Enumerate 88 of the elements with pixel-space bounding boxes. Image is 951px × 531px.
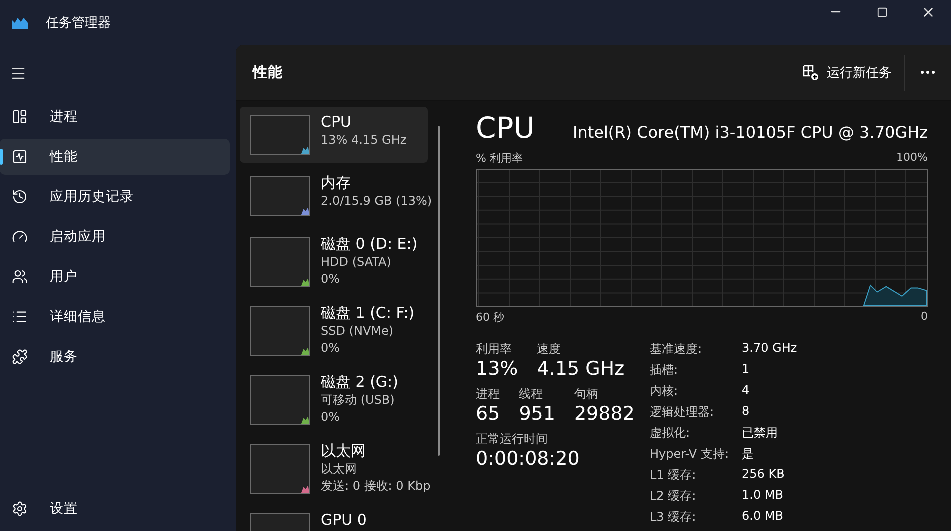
property-value: 1.0 MB [742,488,784,504]
stat-label: 句柄 [574,386,600,403]
axis-label: 60 秒 [476,310,504,325]
processes-icon [12,109,28,125]
stat-label: 线程 [519,386,544,403]
stat-value: 951 [519,403,556,425]
mini-graph [250,375,310,425]
nav-item[interactable]: 用户 [0,259,230,295]
device-info: SSD (NVMe) [321,323,395,340]
stat-label: 利用率 [476,341,513,358]
device-name: 磁盘 2 (G:) [321,373,398,392]
device-item[interactable]: 磁盘 0 (D: E:) HDD (SATA) 0% [240,229,428,293]
stat-label: 正常运行时间 [476,431,549,448]
device-info: 可移动 (USB) [321,392,396,409]
property-value: 6.0 MB [742,509,784,525]
property-value: 256 KB [742,467,786,483]
stat-label: 进程 [476,386,500,403]
history-icon [12,189,28,205]
property-value: 8 [742,404,751,420]
device-name: 内存 [321,174,352,193]
device-info: 0% [321,271,342,288]
nav-item[interactable]: 详细信息 [0,299,230,335]
app-logo-icon [12,16,28,28]
property-label: 基准速度: [650,341,704,358]
window-title: 任务管理器 [46,14,111,32]
property-value: 4 [742,383,751,399]
settings-nav-item[interactable]: 设置 [0,491,230,527]
device-item[interactable]: 磁盘 1 (C: F:) SSD (NVMe) 0% [240,298,428,362]
device-name: GPU 0 [321,511,367,530]
settings-icon [12,501,28,517]
mini-graph [250,176,310,216]
device-info: 2.0/15.9 GB (13%) [321,193,432,210]
device-info: 13% 4.15 GHz [321,132,407,149]
nav-item[interactable]: 启动应用 [0,219,230,255]
property-value: 3.70 GHz [742,341,798,357]
device-name: 磁盘 1 (C: F:) [321,304,415,323]
device-name: CPU [321,113,352,132]
stat-value: 13% [476,358,518,380]
axis-label: 0 [921,310,928,325]
property-label: L2 缓存: [650,488,698,505]
nav-item[interactable]: 性能 [0,139,230,175]
property-label: L3 缓存: [650,509,698,526]
nav-item[interactable]: 进程 [0,99,230,135]
nav-item[interactable]: 服务 [0,339,230,375]
performance-icon [12,149,28,165]
property-label: 插槽: [650,362,680,379]
device-item[interactable]: CPU 13% 4.15 GHz [240,107,428,163]
run-new-task-button[interactable]: 运行新任务 [791,54,905,90]
gauge-icon [12,229,28,245]
device-info: 发送: 0 接收: 0 Kbp [321,478,431,495]
property-label: L1 缓存: [650,467,698,484]
scrollbar[interactable] [438,126,440,456]
device-info: 0% [321,340,342,357]
stat-value: 0:00:08:20 [476,448,580,470]
device-item[interactable]: GPU 0 [240,505,428,531]
property-label: Hyper-V 支持: [650,446,730,463]
property-label: 内核: [650,383,680,400]
mini-graph [250,306,310,356]
property-value: 1 [742,362,751,378]
stat-value: 4.15 GHz [537,358,625,380]
property-label: 逻辑处理器: [650,404,716,421]
users-icon [12,269,28,285]
stat-value: 65 [476,403,500,425]
page-title: 性能 [253,64,283,82]
maximize-icon [876,6,888,18]
puzzle-icon [12,349,28,365]
stat-label: 速度 [537,341,562,358]
mini-graph [250,115,310,155]
more-icon [921,71,935,74]
axis-label: % 利用率 [476,151,523,166]
device-name: 磁盘 0 (D: E:) [321,235,418,254]
device-item[interactable]: 以太网 以太网 发送: 0 接收: 0 Kbp [240,436,428,500]
property-value: 已禁用 [742,425,779,442]
nav-item[interactable]: 应用历史记录 [0,179,230,215]
device-title: CPU [476,111,535,145]
device-item[interactable]: 磁盘 2 (G:) 可移动 (USB) 0% [240,367,428,431]
device-info: HDD (SATA) [321,254,392,271]
mini-graph [250,237,310,287]
device-info: 0% [321,409,342,426]
device-name: 以太网 [321,442,367,461]
mini-graph [250,444,310,494]
cpu-model: Intel(R) Core(TM) i3-10105F CPU @ 3.70GHz [572,123,928,142]
property-value: 是 [742,446,755,463]
device-info: 以太网 [321,461,358,478]
stat-value: 29882 [574,403,635,425]
add-window-icon [803,64,819,80]
axis-label: 100% [896,151,928,166]
property-label: 虚拟化: [650,425,692,442]
